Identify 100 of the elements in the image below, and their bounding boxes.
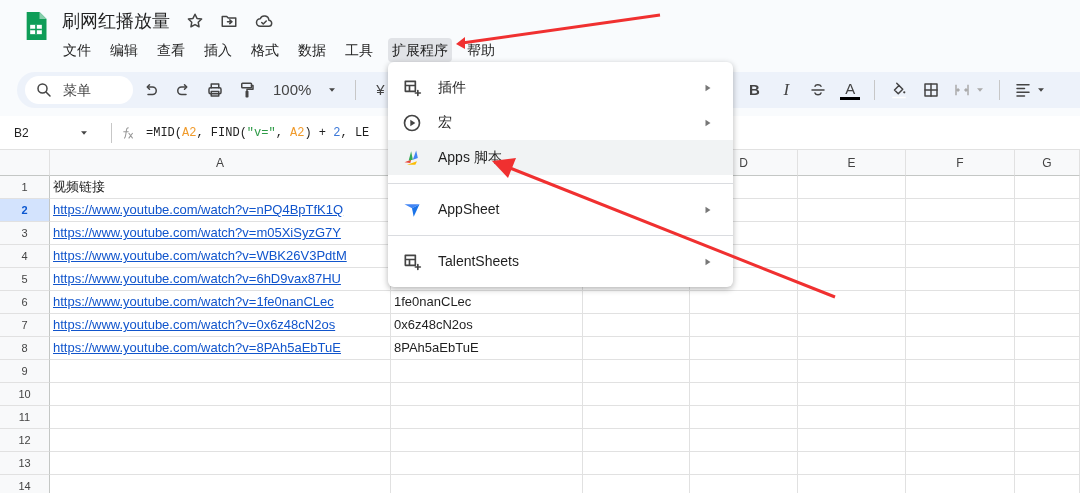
- table-cell[interactable]: [798, 245, 906, 268]
- row-header[interactable]: 7: [0, 314, 50, 337]
- table-cell[interactable]: [798, 268, 906, 291]
- link-cell[interactable]: https://www.youtube.com/watch?v=8PAh5aEbTuE: [50, 337, 391, 360]
- table-cell[interactable]: [583, 406, 690, 429]
- menu-item[interactable]: 数据: [294, 38, 330, 62]
- table-cell[interactable]: [583, 314, 690, 337]
- table-cell[interactable]: [583, 337, 690, 360]
- table-cell[interactable]: [1015, 199, 1080, 222]
- column-header[interactable]: A: [50, 150, 391, 176]
- menu-item[interactable]: 格式: [247, 38, 283, 62]
- row-header[interactable]: 2: [0, 199, 50, 222]
- table-cell[interactable]: [906, 245, 1015, 268]
- menu-item[interactable]: 查看: [153, 38, 189, 62]
- row-header[interactable]: 4: [0, 245, 50, 268]
- table-cell[interactable]: [1015, 222, 1080, 245]
- table-cell[interactable]: [798, 360, 906, 383]
- table-cell[interactable]: [583, 383, 690, 406]
- table-cell[interactable]: 0x6z48cN2os: [391, 314, 583, 337]
- menu-item[interactable]: 帮助: [463, 38, 499, 62]
- table-cell[interactable]: [1015, 406, 1080, 429]
- star-icon[interactable]: [186, 12, 204, 30]
- menu-item[interactable]: 工具: [341, 38, 377, 62]
- table-cell[interactable]: [583, 452, 690, 475]
- search-field[interactable]: 菜单: [25, 76, 133, 104]
- row-header[interactable]: 10: [0, 383, 50, 406]
- table-cell[interactable]: [906, 268, 1015, 291]
- document-title[interactable]: 刷网红播放量: [58, 8, 170, 34]
- table-cell[interactable]: [906, 452, 1015, 475]
- table-cell[interactable]: [50, 383, 391, 406]
- table-cell[interactable]: [798, 383, 906, 406]
- table-cell[interactable]: [798, 406, 906, 429]
- row-header[interactable]: 9: [0, 360, 50, 383]
- table-cell[interactable]: [906, 291, 1015, 314]
- table-cell[interactable]: [798, 337, 906, 360]
- table-cell[interactable]: [798, 314, 906, 337]
- table-cell[interactable]: [1015, 452, 1080, 475]
- menu-item[interactable]: 扩展程序: [388, 38, 452, 62]
- link-cell[interactable]: https://www.youtube.com/watch?v=1fe0nanCLec: [50, 291, 391, 314]
- formula-input[interactable]: =MID(A2, FIND("v=", A2) + 2, LE: [146, 123, 370, 142]
- table-cell[interactable]: [690, 406, 798, 429]
- table-cell[interactable]: [690, 337, 798, 360]
- table-cell[interactable]: [906, 360, 1015, 383]
- menu-option[interactable]: AppSheet: [388, 192, 733, 227]
- table-cell[interactable]: [906, 429, 1015, 452]
- row-header[interactable]: 12: [0, 429, 50, 452]
- name-box[interactable]: B2: [0, 123, 105, 142]
- table-cell[interactable]: [906, 314, 1015, 337]
- menu-item[interactable]: 编辑: [106, 38, 142, 62]
- row-header[interactable]: 6: [0, 291, 50, 314]
- italic-button[interactable]: I: [772, 76, 801, 104]
- table-cell[interactable]: [583, 360, 690, 383]
- table-cell[interactable]: [906, 337, 1015, 360]
- column-header[interactable]: G: [1015, 150, 1080, 176]
- table-cell[interactable]: [690, 360, 798, 383]
- table-cell[interactable]: 8PAh5aEbTuE: [391, 337, 583, 360]
- table-cell[interactable]: [1015, 383, 1080, 406]
- table-cell[interactable]: [690, 291, 798, 314]
- table-cell[interactable]: [50, 452, 391, 475]
- table-cell[interactable]: [1015, 291, 1080, 314]
- cloud-check-icon[interactable]: [254, 12, 274, 30]
- menu-option[interactable]: TalentSheets: [388, 244, 733, 279]
- table-cell[interactable]: [906, 176, 1015, 199]
- table-cell[interactable]: [798, 291, 906, 314]
- table-cell[interactable]: [906, 222, 1015, 245]
- text-color-button[interactable]: A: [836, 76, 865, 104]
- table-cell[interactable]: [1015, 176, 1080, 199]
- table-cell[interactable]: [391, 360, 583, 383]
- table-cell[interactable]: [690, 314, 798, 337]
- table-cell[interactable]: [1015, 268, 1080, 291]
- select-all-corner[interactable]: [0, 150, 50, 176]
- table-cell[interactable]: [1015, 337, 1080, 360]
- table-cell[interactable]: [1015, 429, 1080, 452]
- table-cell[interactable]: 1fe0nanCLec: [391, 291, 583, 314]
- table-cell[interactable]: [906, 199, 1015, 222]
- link-cell[interactable]: https://www.youtube.com/watch?v=0x6z48cN2os: [50, 314, 391, 337]
- table-cell[interactable]: [690, 429, 798, 452]
- table-cell[interactable]: [1015, 360, 1080, 383]
- row-header[interactable]: 11: [0, 406, 50, 429]
- row-header[interactable]: 1: [0, 176, 50, 199]
- table-cell[interactable]: [391, 383, 583, 406]
- table-cell[interactable]: [391, 452, 583, 475]
- table-cell[interactable]: [1015, 314, 1080, 337]
- table-cell[interactable]: [798, 176, 906, 199]
- table-cell[interactable]: [798, 199, 906, 222]
- row-header[interactable]: 8: [0, 337, 50, 360]
- row-header[interactable]: 14: [0, 475, 50, 493]
- table-cell[interactable]: [798, 452, 906, 475]
- row-header[interactable]: 3: [0, 222, 50, 245]
- table-cell[interactable]: [50, 406, 391, 429]
- table-cell[interactable]: [50, 360, 391, 383]
- table-cell[interactable]: [690, 383, 798, 406]
- menu-option[interactable]: 宏: [388, 105, 733, 140]
- table-cell[interactable]: [798, 429, 906, 452]
- table-cell[interactable]: [1015, 245, 1080, 268]
- table-cell[interactable]: [583, 291, 690, 314]
- menu-item[interactable]: 文件: [59, 38, 95, 62]
- table-cell[interactable]: [690, 452, 798, 475]
- table-cell[interactable]: [391, 406, 583, 429]
- zoom-dropdown[interactable]: 100%: [265, 76, 346, 104]
